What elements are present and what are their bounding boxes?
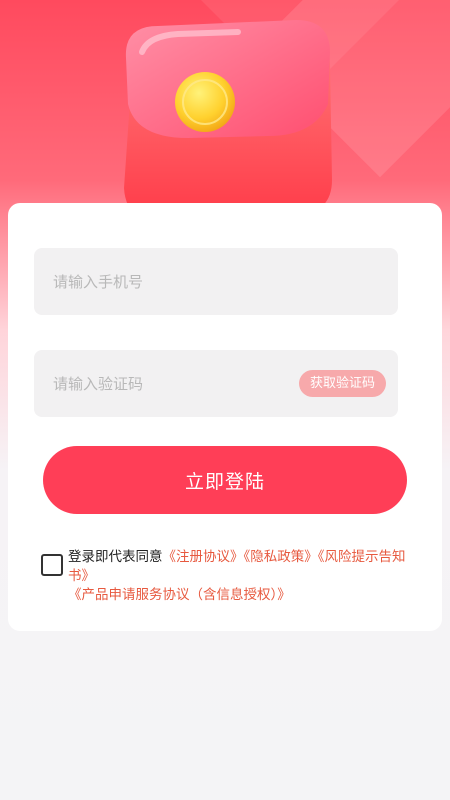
verification-code-input[interactable] (51, 373, 275, 394)
link-service-agreement[interactable]: 《产品申请服务协议（含信息授权）》 (68, 587, 291, 603)
link-registration-agreement[interactable]: 《注册协议》 (163, 549, 244, 565)
link-privacy-policy[interactable]: 《隐私政策》 (244, 549, 318, 565)
agreement-text: 登录即代表同意《注册协议》《隐私政策》《风险提示告知书》 《产品申请服务协议（含信… (68, 548, 428, 605)
login-button[interactable]: 立即登陆 (43, 446, 407, 514)
get-code-button[interactable]: 获取验证码 (298, 370, 386, 397)
agreement-checkbox[interactable] (41, 554, 63, 576)
verification-code-field: 获取验证码 (34, 350, 398, 417)
agreement-prefix: 登录即代表同意 (68, 549, 163, 565)
phone-input[interactable] (51, 271, 275, 292)
red-packet-wallet-icon (124, 20, 332, 223)
phone-field (34, 248, 398, 315)
